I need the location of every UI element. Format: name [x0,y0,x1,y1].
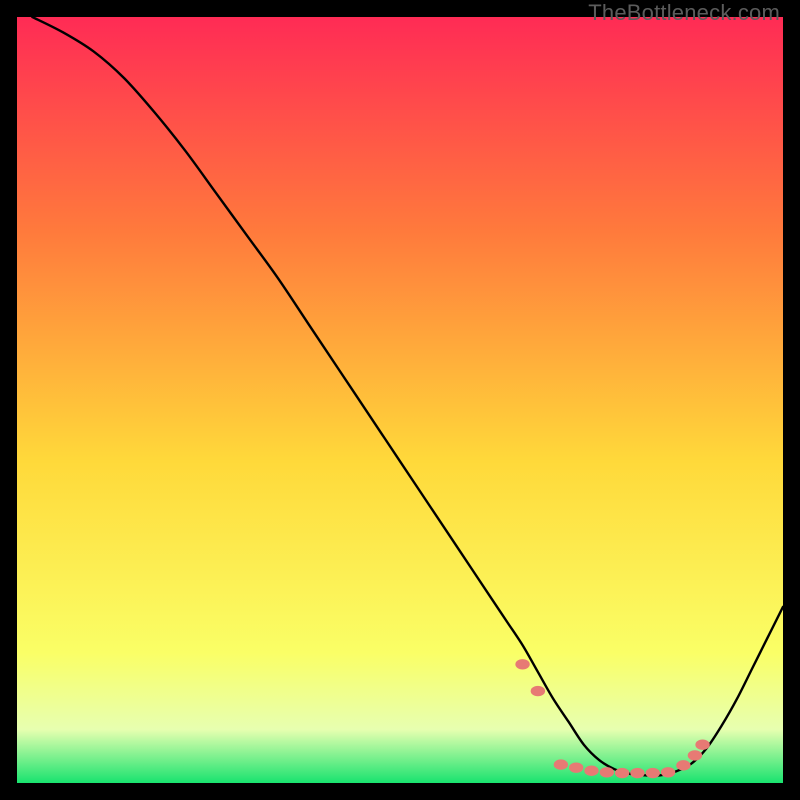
marker-point [531,686,545,696]
marker-point [646,768,660,778]
outer-frame: TheBottleneck.com [0,0,800,800]
marker-point [515,659,529,669]
bottleneck-chart [17,17,783,783]
marker-point [600,767,614,777]
gradient-background [17,17,783,783]
marker-point [554,759,568,769]
marker-point [630,768,644,778]
marker-point [695,740,709,750]
marker-point [661,767,675,777]
marker-point [615,768,629,778]
marker-point [584,766,598,776]
marker-point [569,762,583,772]
watermark-text: TheBottleneck.com [588,0,780,26]
marker-point [688,750,702,760]
marker-point [676,760,690,770]
